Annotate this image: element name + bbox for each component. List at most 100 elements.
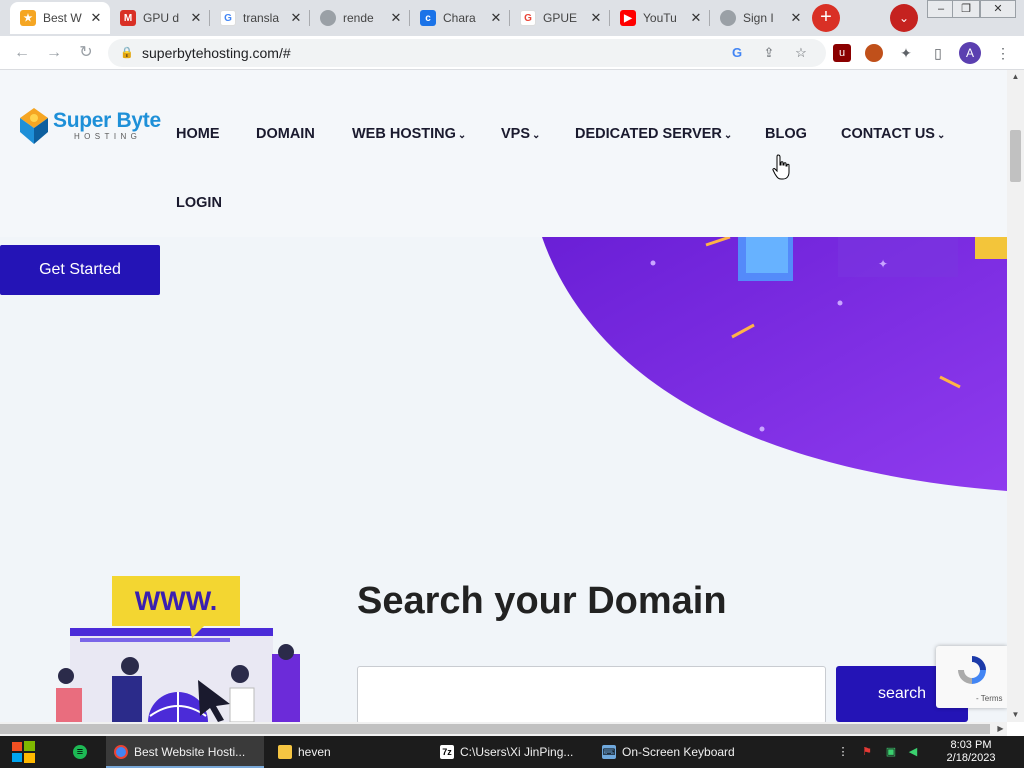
side-panel-icon[interactable]: ▯ <box>929 44 947 62</box>
domain-search-input[interactable] <box>357 666 826 722</box>
nav-contact-us[interactable]: CONTACT US ⌄ <box>841 126 945 142</box>
browser-tab-render[interactable]: rende ✕ <box>310 2 410 34</box>
close-tab-icon[interactable]: ✕ <box>288 10 304 26</box>
extension-avatar-icon[interactable] <box>865 44 883 62</box>
reload-icon[interactable]: ↻ <box>76 43 96 63</box>
browser-toolbar: ← → ↻ 🔒 superbytehosting.com/# G ⇪ ☆ u ✦… <box>0 36 1024 70</box>
nav-blog-label: BLOG <box>765 126 807 142</box>
svg-text:✦: ✦ <box>878 257 888 271</box>
address-bar[interactable]: 🔒 superbytehosting.com/# G ⇪ ☆ <box>108 39 826 67</box>
taskbar-item-7zip[interactable]: 7z C:\Users\Xi JinPing... <box>432 736 590 768</box>
character-site-icon: c <box>420 10 436 26</box>
more-menu-icon[interactable]: ⋮ <box>994 44 1012 62</box>
nav-domain[interactable]: DOMAIN <box>256 126 315 142</box>
recaptcha-terms-link[interactable]: - Terms <box>976 694 1003 703</box>
ublock-origin-icon[interactable]: u <box>833 44 851 62</box>
volume-icon[interactable]: ◀ <box>906 745 920 759</box>
gmail-icon: M <box>120 10 136 26</box>
tray-overflow-icon[interactable]: ⋮ <box>836 745 850 759</box>
share-icon[interactable]: ⇪ <box>760 44 778 62</box>
tab-search-chevron-icon[interactable]: ⌄ <box>890 4 918 32</box>
taskbar-clock[interactable]: 8:03 PM 2/18/2023 <box>936 739 1006 765</box>
chevron-down-icon: ⌄ <box>723 130 733 141</box>
taskbar-item-on-screen-keyboard[interactable]: ⌨ On-Screen Keyboard <box>594 736 752 768</box>
recaptcha-badge[interactable]: - Terms <box>936 646 1007 708</box>
nav-web-hosting[interactable]: WEB HOSTING ⌄ <box>352 126 466 142</box>
back-arrow-icon[interactable]: ← <box>12 43 32 63</box>
chevron-down-icon: ⌄ <box>936 130 946 141</box>
hand-cursor-icon <box>772 154 790 180</box>
lock-icon[interactable]: 🔒 <box>120 46 134 59</box>
extensions-puzzle-icon[interactable]: ✦ <box>897 44 915 62</box>
taskbar-item-label: Best Website Hosti... <box>134 745 246 759</box>
close-tab-icon[interactable]: ✕ <box>88 10 104 26</box>
browser-tab-gpue[interactable]: G GPUE ✕ <box>510 2 610 34</box>
close-tab-icon[interactable]: ✕ <box>188 10 204 26</box>
site-logo[interactable]: Super Byte HOSTING <box>16 106 166 150</box>
site-favicon-icon: ★ <box>20 10 36 26</box>
tab-title: YouTu <box>643 11 677 25</box>
close-tab-icon[interactable]: ✕ <box>488 10 504 26</box>
windows-start-icon[interactable] <box>0 736 50 768</box>
restore-window-icon[interactable]: ❐ <box>952 0 980 18</box>
google-icon: G <box>220 10 236 26</box>
site-header: Super Byte HOSTING HOME DOMAIN WEB HOSTI… <box>0 70 1007 237</box>
tab-title: Sign I <box>743 11 774 25</box>
browser-tab-translate[interactable]: G transla ✕ <box>210 2 310 34</box>
nav-login[interactable]: LOGIN <box>176 195 222 211</box>
page-viewport: ✦ Super Byte HOSTING HOME DOMAIN WEB HOS… <box>0 70 1007 722</box>
www-badge-text: WWW. <box>135 586 217 616</box>
7zip-icon: 7z <box>440 745 454 759</box>
windows-taskbar: ≡ Best Website Hosti... heven 7z C:\User… <box>0 736 1024 768</box>
nav-web-hosting-label: WEB HOSTING <box>352 126 456 142</box>
close-tab-icon[interactable]: ✕ <box>388 10 404 26</box>
tab-title: transla <box>243 11 280 25</box>
taskbar-item-label: C:\Users\Xi JinPing... <box>460 745 574 759</box>
profile-avatar[interactable]: A <box>959 42 981 64</box>
browser-tab-youtube[interactable]: ▶ YouTu ✕ <box>610 2 710 34</box>
logo-tagline: HOSTING <box>74 132 142 141</box>
folder-icon <box>278 745 292 759</box>
close-tab-icon[interactable]: ✕ <box>688 10 704 26</box>
scroll-down-arrow-icon[interactable]: ▼ <box>1007 708 1024 722</box>
nav-dedicated-server[interactable]: DEDICATED SERVER ⌄ <box>575 126 732 142</box>
browser-tab-best-website-hosting[interactable]: ★ Best W ✕ <box>10 2 110 34</box>
browser-tab-gpu[interactable]: M GPU d ✕ <box>110 2 210 34</box>
bookmark-star-icon[interactable]: ☆ <box>792 44 810 62</box>
close-tab-icon[interactable]: ✕ <box>788 10 804 26</box>
super-byte-logo-icon <box>20 108 48 144</box>
horizontal-scroll-thumb[interactable] <box>0 724 990 734</box>
scroll-right-arrow-icon[interactable]: ▶ <box>994 722 1007 736</box>
taskbar-item-chrome[interactable]: Best Website Hosti... <box>106 736 264 768</box>
close-tab-icon[interactable]: ✕ <box>588 10 604 26</box>
minimize-window-icon[interactable]: – <box>927 0 955 18</box>
action-center-flag-icon[interactable]: ⚑ <box>860 745 874 759</box>
youtube-icon: ▶ <box>620 10 636 26</box>
clock-time: 8:03 PM <box>950 739 992 751</box>
get-started-button[interactable]: Get Started <box>0 245 160 295</box>
google-icon: G <box>520 10 536 26</box>
taskbar-item-label: heven <box>298 745 331 759</box>
new-tab-button[interactable]: + <box>812 4 840 32</box>
vertical-scrollbar[interactable]: ▲ ▼ <box>1007 70 1024 722</box>
nav-vps[interactable]: VPS ⌄ <box>501 126 540 142</box>
chevron-down-icon: ⌄ <box>532 130 541 141</box>
scroll-up-arrow-icon[interactable]: ▲ <box>1007 70 1024 84</box>
forward-arrow-icon[interactable]: → <box>44 43 64 63</box>
nav-blog[interactable]: BLOG <box>765 126 807 142</box>
nav-dedicated-server-label: DEDICATED SERVER <box>575 126 722 142</box>
browser-tab-sign-in[interactable]: Sign I ✕ <box>710 2 810 34</box>
horizontal-scrollbar[interactable]: ▶ <box>0 722 1007 736</box>
taskbar-item-heven[interactable]: heven <box>270 736 428 768</box>
network-icon[interactable]: ▣ <box>884 745 898 759</box>
google-translate-icon[interactable]: G <box>728 44 746 62</box>
spotify-icon[interactable]: ≡ <box>73 745 87 759</box>
url-text[interactable]: superbytehosting.com/# <box>142 45 291 61</box>
browser-tab-chara[interactable]: c Chara ✕ <box>410 2 510 34</box>
close-window-icon[interactable]: ✕ <box>980 0 1016 18</box>
chevron-down-icon: ⌄ <box>457 130 467 141</box>
vertical-scroll-thumb[interactable] <box>1010 130 1021 182</box>
globe-icon <box>720 10 736 26</box>
nav-home[interactable]: HOME <box>176 126 220 142</box>
browser-tab-bar: ★ Best W ✕ M GPU d ✕ G transla ✕ rende ✕… <box>0 0 1024 36</box>
